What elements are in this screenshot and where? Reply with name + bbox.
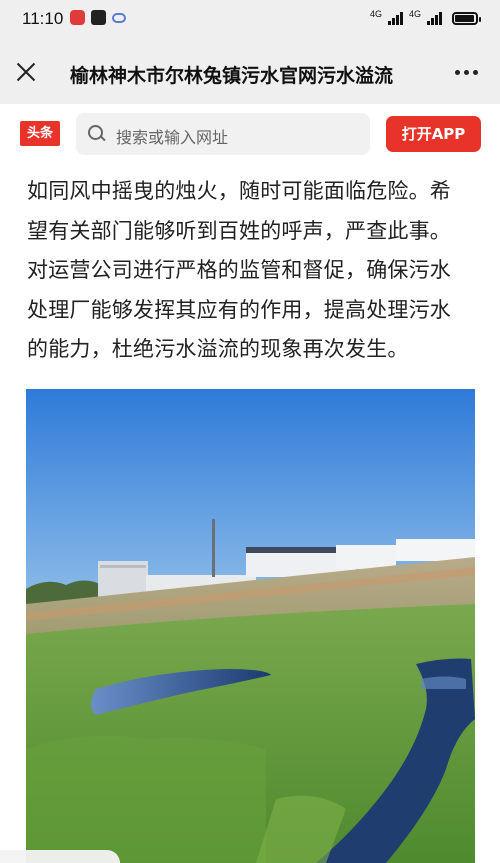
toolbar: 头条 搜索或输入网址 打开APP	[0, 104, 500, 162]
bottom-bar-hint	[0, 850, 120, 863]
article-line: 处理厂能够发挥其应有的作用，提高处理污水	[27, 297, 451, 322]
page-title: 榆林神木市尔林兔镇污水官网污水溢流	[70, 65, 394, 87]
article-body: 如同风中摇曳的烛火，随时可能面临危险。希 望有关部门能够听到百姓的呼声，严查此事…	[27, 172, 477, 370]
article-photo[interactable]	[26, 389, 475, 863]
article-line: 如同风中摇曳的烛火，随时可能面临危险。希	[27, 179, 451, 203]
network-type: 4G	[408, 9, 421, 19]
search-placeholder: 搜索或输入网址	[116, 128, 229, 147]
battery-level	[455, 15, 474, 22]
status-indicators: 4G 4G	[369, 9, 481, 25]
title-bar: 榆林神木市尔林兔镇污水官网污水溢流	[0, 42, 500, 104]
close-icon[interactable]	[14, 60, 38, 84]
toutiao-logo[interactable]: 头条	[20, 121, 60, 146]
app-notification-icon	[91, 10, 106, 25]
battery-icon	[452, 12, 481, 25]
status-bar: 11:10 4G 4G	[0, 0, 500, 42]
app-notification-icon	[70, 10, 85, 25]
photo-sewage-overflow-field	[26, 389, 475, 863]
search-input[interactable]: 搜索或输入网址	[76, 113, 370, 155]
search-icon	[88, 125, 104, 141]
article-line: 望有关部门能够听到百姓的呼声，严查此事。	[27, 218, 451, 243]
network-type: 4G	[369, 9, 382, 19]
signal-icon	[387, 12, 403, 25]
article-line: 对运营公司进行严格的监管和督促，确保污水	[27, 258, 451, 282]
open-app-button[interactable]: 打开APP	[386, 116, 481, 152]
signal-icon	[427, 12, 442, 25]
cloud-icon	[112, 13, 126, 23]
more-icon[interactable]	[455, 70, 478, 75]
article-line: 的能力，杜绝污水溢流的现象再次发生。	[27, 337, 409, 361]
notification-icons	[70, 10, 126, 25]
status-time: 11:10	[22, 9, 64, 28]
